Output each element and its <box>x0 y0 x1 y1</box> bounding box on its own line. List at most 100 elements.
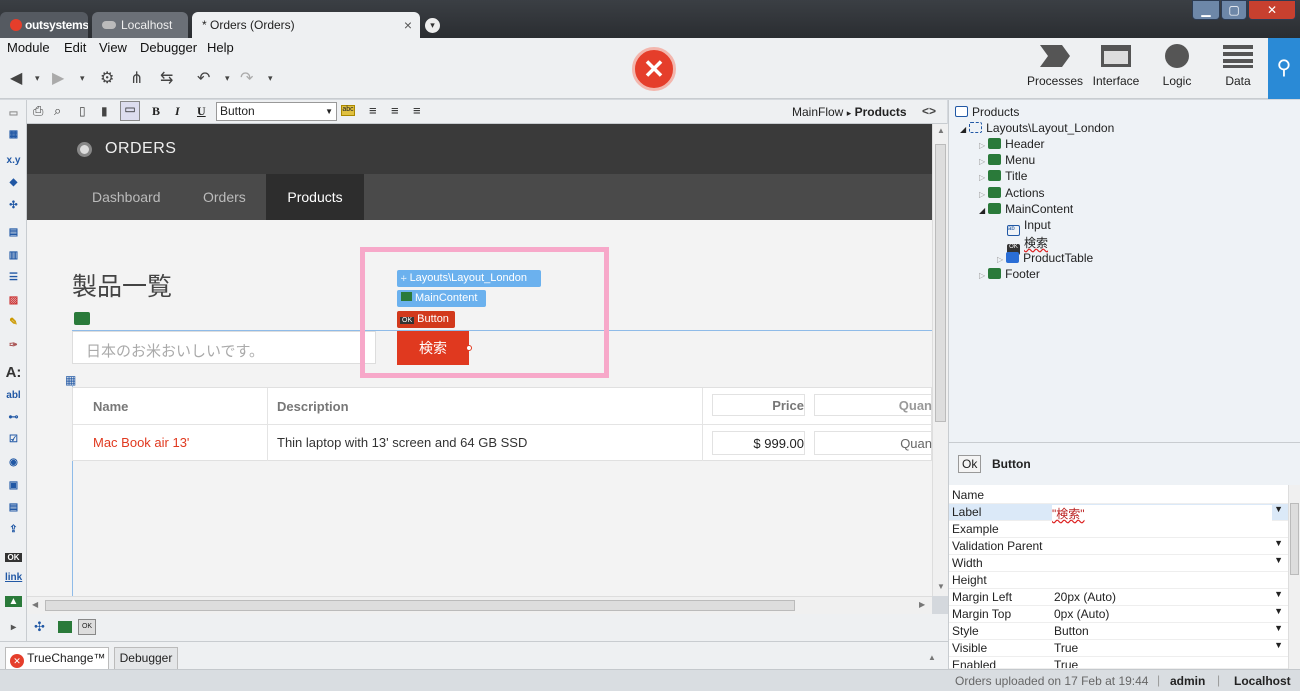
tab-orders[interactable]: * Orders (Orders) × <box>192 12 420 38</box>
properties-scrollbar[interactable] <box>1288 485 1300 669</box>
selection-chip-layout[interactable]: ⧾ Layouts\Layout_London <box>397 270 541 287</box>
combo-box-widget-icon[interactable]: ▣ <box>5 480 22 491</box>
underline-icon[interactable]: U <box>197 104 206 119</box>
menu-debugger[interactable]: Debugger <box>140 40 197 55</box>
tree-node-footer[interactable]: ▷ Footer <box>979 267 1040 281</box>
breadcrumb-flow[interactable]: MainFlow <box>792 105 843 119</box>
table-widget-icon[interactable]: ▦ <box>5 129 22 140</box>
properties-scroll-thumb[interactable] <box>1290 503 1299 575</box>
pencil-widget-icon[interactable]: ✎ <box>5 317 22 328</box>
list-records-widget-icon[interactable]: ☰ <box>5 272 22 283</box>
expand-icon[interactable]: ▷ <box>979 173 985 182</box>
button-widget-icon[interactable]: OK <box>5 553 22 562</box>
brush-widget-icon[interactable]: ✑ <box>5 340 22 351</box>
chevron-down-icon[interactable]: ▼ <box>1274 623 1283 633</box>
palette-more-icon[interactable]: ▸ <box>5 622 22 633</box>
tree-node-maincontent[interactable]: ◢ MainContent <box>979 202 1073 216</box>
menu-view[interactable]: View <box>99 40 127 55</box>
property-row[interactable]: Label "検索" ▼ <box>949 504 1289 522</box>
chevron-down-icon[interactable]: ▼ <box>1274 555 1283 565</box>
scroll-thumb[interactable] <box>935 144 946 422</box>
menu-help[interactable]: Help <box>207 40 234 55</box>
publish-error-icon[interactable]: ✕ <box>632 47 676 91</box>
preview-icon[interactable]: ⎙ <box>33 103 43 119</box>
web-block-widget-icon[interactable]: ✣ <box>5 200 22 211</box>
property-row[interactable]: Validation Parent ▼ <box>949 538 1289 555</box>
expression-widget-icon[interactable]: x.y <box>5 155 22 166</box>
tree-node-products[interactable]: Products <box>955 105 1019 119</box>
property-row[interactable]: Name <box>949 487 1289 504</box>
expand-icon[interactable]: ▷ <box>979 157 985 166</box>
property-value[interactable]: True <box>1054 658 1078 668</box>
input-password-widget-icon[interactable]: ⊷ <box>5 412 22 423</box>
align-right-icon[interactable]: ≡ <box>413 103 421 118</box>
status-user[interactable]: admin <box>1170 674 1205 688</box>
property-row[interactable]: Visible True ▼ <box>949 640 1289 657</box>
canvas-horizontal-scrollbar[interactable]: ◀ ▶ <box>27 596 932 614</box>
tree-node-producttable[interactable]: ▷ ProductTable <box>997 251 1093 265</box>
collapse-icon[interactable]: ◢ <box>979 206 985 215</box>
chevron-down-icon[interactable]: ▼ <box>1274 589 1283 599</box>
forward-dropdown-icon[interactable]: ▾ <box>80 73 85 84</box>
expand-icon[interactable]: ▷ <box>979 190 985 199</box>
app-tab-products[interactable]: Products <box>266 174 364 220</box>
forward-icon[interactable]: ▶ <box>52 68 64 88</box>
link-widget-icon[interactable]: link <box>5 572 22 583</box>
image-widget-icon[interactable]: ▲ <box>5 596 22 607</box>
property-row[interactable]: Style Button ▼ <box>949 623 1289 640</box>
close-tab-icon[interactable]: × <box>404 12 412 38</box>
status-server[interactable]: Localhost <box>1234 674 1291 688</box>
canvas-vertical-scrollbar[interactable]: ▲ ▼ <box>932 124 948 596</box>
expand-icon[interactable]: ▷ <box>979 141 985 150</box>
scroll-down-icon[interactable]: ▼ <box>937 582 945 591</box>
scroll-left-icon[interactable]: ◀ <box>32 600 38 609</box>
container-widget-icon[interactable]: ▭ <box>5 108 22 119</box>
property-value[interactable]: 0px (Auto) <box>1054 607 1109 621</box>
block-path-icon[interactable]: ✣ <box>34 619 45 635</box>
selection-chip-content[interactable]: MainContent <box>397 290 486 307</box>
chevron-down-icon[interactable]: ▼ <box>1274 640 1283 650</box>
property-row[interactable]: Margin Left 20px (Auto) ▼ <box>949 589 1289 606</box>
nav-interface[interactable]: Interface <box>1084 43 1148 88</box>
screen-canvas[interactable]: ORDERS Dashboard Orders Products 製品一覧 日本… <box>27 124 932 596</box>
resize-handle-icon[interactable] <box>466 345 472 351</box>
nav-data[interactable]: Data <box>1206 43 1270 88</box>
tree-node-layout[interactable]: ◢ Layouts\Layout_London <box>960 121 1114 135</box>
editable-table-widget-icon[interactable]: ▨ <box>5 295 22 306</box>
phone-view-icon[interactable]: ▯ <box>79 104 86 118</box>
property-row[interactable]: Enabled True <box>949 657 1289 669</box>
breadcrumb-screen[interactable]: Products <box>855 105 907 119</box>
property-row[interactable]: Width ▼ <box>949 555 1289 572</box>
scroll-right-icon[interactable]: ▶ <box>919 600 925 609</box>
button-path-icon[interactable]: OK <box>78 619 96 635</box>
search-button-widget[interactable]: 検索 <box>397 331 469 365</box>
tree-node-actions[interactable]: ▷ Actions <box>979 186 1045 200</box>
form-widget-icon[interactable]: ▤ <box>5 227 22 238</box>
collapse-icon[interactable]: ◢ <box>960 125 966 134</box>
table-records-widget-icon[interactable]: ▥ <box>5 250 22 261</box>
selection-chip-widget[interactable]: OK Button <box>397 311 455 328</box>
chevron-down-icon[interactable]: ▼ <box>1274 504 1283 514</box>
menu-module[interactable]: Module <box>7 40 50 55</box>
close-window-button[interactable]: ✕ <box>1248 0 1296 20</box>
property-value[interactable]: "検索" <box>1052 505 1272 522</box>
upload-widget-icon[interactable]: ⇪ <box>5 524 22 535</box>
if-widget-icon[interactable]: ◆ <box>5 177 22 188</box>
nav-processes[interactable]: Processes <box>1023 43 1087 88</box>
search-input[interactable]: 日本のお米おいしいです。 <box>72 331 376 364</box>
property-row[interactable]: Example <box>949 521 1289 538</box>
align-left-icon[interactable]: ≡ <box>369 103 377 118</box>
toggle-code-button[interactable]: <> <box>922 104 936 118</box>
minimize-button[interactable]: ▁ <box>1192 0 1220 20</box>
radio-button-widget-icon[interactable]: ◉ <box>5 457 22 468</box>
scroll-up-icon[interactable]: ▲ <box>937 126 945 135</box>
undo-icon[interactable]: ↶ <box>197 68 210 88</box>
tablet-view-icon[interactable]: ▮ <box>101 104 108 118</box>
checkbox-widget-icon[interactable]: ☑ <box>5 434 22 445</box>
chevron-down-icon[interactable]: ▼ <box>1274 606 1283 616</box>
references-icon[interactable]: ⇆ <box>160 68 173 88</box>
undo-dropdown-icon[interactable]: ▾ <box>225 73 230 84</box>
back-icon[interactable]: ◀ <box>10 68 22 88</box>
price-cell-input[interactable]: $ 999.00 <box>712 431 805 455</box>
style-icon[interactable]: abc <box>341 105 355 116</box>
